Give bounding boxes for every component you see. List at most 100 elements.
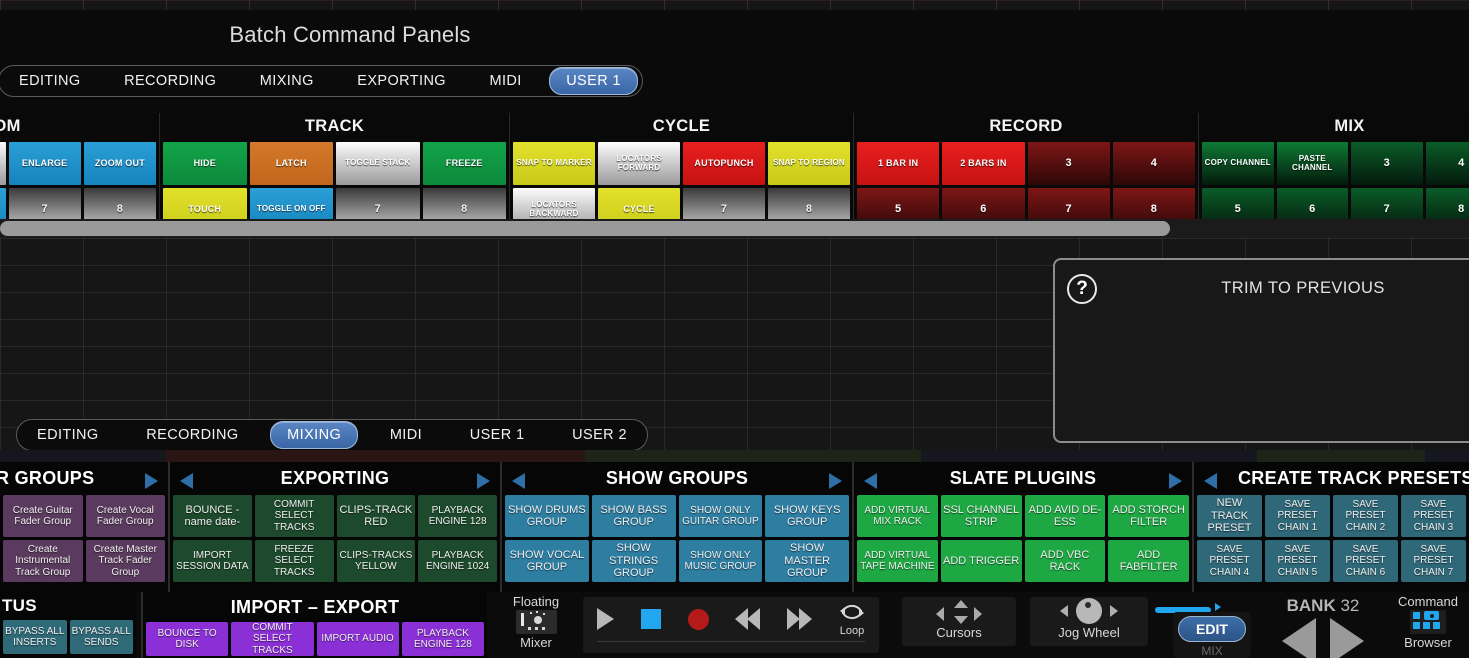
bottom-tab-editing[interactable]: EDITING	[21, 422, 115, 448]
button-show-bass-group[interactable]: SHOW BASS GROUP	[591, 495, 676, 537]
button-snap-to-marker[interactable]: SNAP TO MARKER	[513, 142, 595, 185]
button-clips-tracks-yellow[interactable]: CLIPS-TRACKS YELLOW	[336, 540, 416, 582]
floating-mixer-button[interactable]: Floating Mixer	[508, 594, 564, 658]
bank-previous-button[interactable]	[1282, 618, 1316, 658]
mix-label[interactable]: MIX	[1173, 644, 1251, 658]
button-freeze[interactable]: FREEZE	[422, 142, 506, 185]
cursors-pad[interactable]: Cursors	[902, 597, 1016, 646]
button-snap-to-region[interactable]: SNAP TO REGION	[768, 142, 850, 185]
button-create-guitar-fader-group[interactable]: Create Guitar Fader Group	[3, 495, 83, 537]
button-3[interactable]: 3	[1027, 142, 1110, 185]
jog-right-arrow-icon[interactable]	[1110, 605, 1118, 617]
bank-next-button[interactable]	[1330, 618, 1364, 658]
button-create-master-track-fader-group[interactable]: Create Master Track Fader Group	[85, 540, 165, 582]
button-save-preset-chain-1[interactable]: SAVE PRESET CHAIN 1	[1265, 495, 1330, 537]
button-add-fabfilter[interactable]: ADD FABFILTER	[1108, 540, 1189, 582]
commit-select-tracks-button[interactable]: COMMIT SELECT TRACKS	[231, 622, 314, 656]
horizontal-scrollbar[interactable]	[0, 219, 1469, 238]
button-add-avid-de-ess[interactable]: ADD AVID DE-ESS	[1024, 495, 1106, 537]
jog-wheel-icon[interactable]	[1076, 598, 1102, 624]
bottom-tab-midi[interactable]: MIDI	[374, 422, 438, 448]
top-tab-bar[interactable]: EDITING RECORDING MIXING EXPORTING MIDI USER …	[0, 65, 643, 97]
button-latch[interactable]: LATCH	[249, 142, 333, 185]
top-tab-editing[interactable]: EDITING	[3, 68, 97, 94]
button-locators-forward[interactable]: LOCATORS FORWARD	[598, 142, 680, 185]
bounce-to-disk-button[interactable]: BOUNCE TO DISK	[146, 622, 229, 656]
button-save-preset-chain-7[interactable]: SAVE PRESET CHAIN 7	[1401, 540, 1466, 582]
edit-button[interactable]: EDIT	[1178, 616, 1246, 642]
button-save-preset-chain-6[interactable]: SAVE PRESET CHAIN 6	[1333, 540, 1398, 582]
button-import-session-data[interactable]: IMPORT SESSION DATA	[173, 540, 252, 582]
button-save-preset-chain-2[interactable]: SAVE PRESET CHAIN 2	[1333, 495, 1398, 537]
scrollbar-thumb[interactable]	[0, 221, 1170, 236]
button-add-virtual-mix-rack[interactable]: ADD VIRTUAL MIX RACK	[857, 495, 938, 537]
button-playback-engine-1024[interactable]: PLAYBACK ENGINE 1024	[418, 540, 497, 582]
bottom-tab-user-1[interactable]: USER 1	[454, 422, 541, 448]
loop-button[interactable]: Loop	[839, 601, 865, 637]
button-3[interactable]: 3	[1351, 142, 1423, 185]
next-page-arrow-icon[interactable]	[829, 473, 842, 489]
bypass-all-sends-button[interactable]: BYPASS ALL SENDS	[69, 620, 133, 654]
top-tab-exporting[interactable]: EXPORTING	[341, 68, 462, 94]
previous-page-arrow-icon[interactable]	[512, 473, 525, 489]
button-show-master-group[interactable]: SHOW MASTER GROUP	[765, 540, 849, 582]
button-4[interactable]: 4	[1112, 142, 1195, 185]
bottom-tab-recording[interactable]: RECORDING	[130, 422, 254, 448]
top-tab-midi[interactable]: MIDI	[473, 68, 537, 94]
playback-engine-128-button[interactable]: PLAYBACK ENGINE 128	[401, 622, 484, 656]
button-add-trigger[interactable]: ADD TRIGGER	[940, 540, 1022, 582]
import-audio-button[interactable]: IMPORT AUDIO	[316, 622, 399, 656]
jog-left-arrow-icon[interactable]	[1060, 605, 1068, 617]
previous-page-arrow-icon[interactable]	[864, 473, 877, 489]
bypass-all-inserts-button[interactable]: BYPASS ALL INSERTS	[3, 620, 67, 654]
stop-icon[interactable]	[640, 609, 661, 629]
button-4[interactable]: 4	[1425, 142, 1469, 185]
top-tab-recording[interactable]: RECORDING	[108, 68, 232, 94]
next-page-arrow-icon[interactable]	[1169, 473, 1182, 489]
fast-forward-icon[interactable]	[787, 608, 813, 630]
button-clips-track-red[interactable]: CLIPS-TRACK RED	[336, 495, 416, 537]
button-show-only-music-group[interactable]: SHOW ONLY MUSIC GROUP	[678, 540, 763, 582]
top-tab-user-1[interactable]: USER 1	[549, 67, 638, 95]
button-bounce-name-date[interactable]: BOUNCE -name date-	[173, 495, 252, 537]
button-toggle-stack[interactable]: TOGGLE STACK	[336, 142, 420, 185]
button-show-strings-group[interactable]: SHOW STRINGS GROUP	[591, 540, 676, 582]
record-icon[interactable]	[687, 608, 709, 630]
button-hide[interactable]: HIDE	[163, 142, 247, 185]
top-tab-mixing[interactable]: MIXING	[244, 68, 330, 94]
button-empty-0-0[interactable]	[0, 142, 6, 185]
button-2-bars-in[interactable]: 2 BARS IN	[942, 142, 1025, 185]
button-create-vocal-fader-group[interactable]: Create Vocal Fader Group	[85, 495, 165, 537]
button-create-instrumental-track-group[interactable]: Create Instrumental Track Group	[3, 540, 83, 582]
button-paste-channel[interactable]: PASTE CHANNEL	[1276, 142, 1348, 185]
button-show-only-guitar-group[interactable]: SHOW ONLY GUITAR GROUP	[678, 495, 763, 537]
button-autopunch[interactable]: AUTOPUNCH	[683, 142, 765, 185]
button-ssl-channel-strip[interactable]: SSL CHANNEL STRIP	[940, 495, 1022, 537]
button-save-preset-chain-5[interactable]: SAVE PRESET CHAIN 5	[1265, 540, 1330, 582]
button-save-preset-chain-4[interactable]: SAVE PRESET CHAIN 4	[1197, 540, 1262, 582]
button-save-preset-chain-3[interactable]: SAVE PRESET CHAIN 3	[1401, 495, 1466, 537]
button-1-bar-in[interactable]: 1 BAR IN	[857, 142, 940, 185]
button-add-storch-filter[interactable]: ADD STORCH FILTER	[1108, 495, 1189, 537]
button-new-track-preset[interactable]: NEW TRACK PRESET	[1197, 495, 1262, 537]
jog-wheel-control[interactable]: Jog Wheel	[1030, 597, 1148, 646]
edit-mix-toggle[interactable]: EDIT MIX	[1173, 612, 1251, 658]
button-zoom-out[interactable]: ZOOM OUT	[83, 142, 156, 185]
bottom-tab-user-2[interactable]: USER 2	[556, 422, 643, 448]
button-copy-channel[interactable]: COPY CHANNEL	[1202, 142, 1274, 185]
button-add-vbc-rack[interactable]: ADD VBC RACK	[1024, 540, 1106, 582]
button-show-keys-group[interactable]: SHOW KEYS GROUP	[765, 495, 849, 537]
next-page-arrow-icon[interactable]	[145, 473, 158, 489]
button-freeze-select-tracks[interactable]: FREEZE SELECT TRACKS	[254, 540, 334, 582]
button-commit-select-tracks[interactable]: COMMIT SELECT TRACKS	[254, 495, 334, 537]
button-show-vocal-group[interactable]: SHOW VOCAL GROUP	[505, 540, 589, 582]
command-browser-button[interactable]: Command Browser	[1394, 594, 1462, 656]
bottom-tab-bar[interactable]: EDITING RECORDING MIXING MIDI USER 1 USER 2	[16, 419, 648, 451]
play-icon[interactable]	[597, 608, 614, 630]
previous-page-arrow-icon[interactable]	[180, 473, 193, 489]
button-enlarge[interactable]: ENLARGE	[8, 142, 81, 185]
button-playback-engine-128[interactable]: PLAYBACK ENGINE 128	[418, 495, 497, 537]
next-page-arrow-icon[interactable]	[477, 473, 490, 489]
button-add-virtual-tape-machine[interactable]: ADD VIRTUAL TAPE MACHINE	[857, 540, 938, 582]
button-show-drums-group[interactable]: SHOW DRUMS GROUP	[505, 495, 589, 537]
